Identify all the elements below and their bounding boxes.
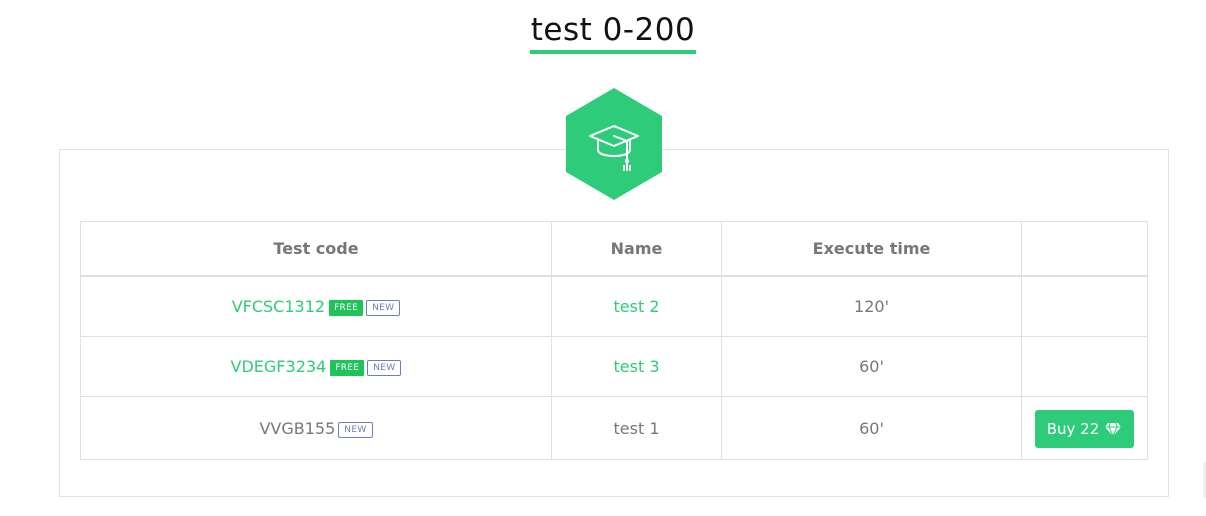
buy-label: Buy 22	[1046, 420, 1100, 438]
execute-time-cell: 60'	[721, 336, 1022, 397]
test-code-text: VVGB155	[259, 418, 336, 438]
action-cell	[1021, 336, 1148, 397]
test-code-link[interactable]: VFCSC1312	[232, 297, 325, 316]
header-name: Name	[551, 221, 722, 277]
table-row: VVGB155 NEW test 1 60' Buy 22	[80, 396, 1148, 460]
test-name-link[interactable]: test 2	[614, 297, 660, 316]
page-title-wrap: test 0-200	[0, 10, 1206, 54]
table-header-row: Test code Name Execute time	[80, 221, 1148, 277]
table-row: VDEGF3234 FREE NEW test 3 60'	[80, 336, 1148, 397]
table-row: VFCSC1312 FREE NEW test 2 120'	[80, 275, 1148, 337]
free-badge: FREE	[330, 360, 365, 376]
name-cell: test 3	[551, 336, 722, 397]
free-badge: FREE	[329, 300, 364, 316]
new-badge: NEW	[366, 300, 401, 316]
test-code-cell: VDEGF3234 FREE NEW	[80, 336, 552, 397]
header-action	[1021, 221, 1148, 277]
name-cell: test 1	[551, 396, 722, 460]
tests-table: Test code Name Execute time VFCSC1312 FRE…	[80, 221, 1148, 460]
name-cell: test 2	[551, 275, 722, 337]
execute-time-cell: 120'	[721, 275, 1022, 337]
header-execute-time: Execute time	[721, 221, 1022, 277]
test-code-cell: VFCSC1312 FREE NEW	[80, 275, 552, 337]
graduation-cap-icon	[566, 88, 662, 200]
new-badge: NEW	[338, 421, 373, 438]
new-badge: NEW	[367, 360, 402, 376]
diamond-icon	[1105, 422, 1122, 437]
action-cell: Buy 22	[1021, 396, 1148, 460]
page-title: test 0-200	[529, 10, 697, 54]
buy-button[interactable]: Buy 22	[1034, 410, 1135, 448]
header-test-code: Test code	[80, 221, 552, 277]
action-cell	[1021, 275, 1148, 337]
execute-time-cell: 60'	[721, 396, 1022, 460]
test-name-text: test 1	[613, 418, 660, 438]
test-code-link[interactable]: VDEGF3234	[231, 357, 327, 376]
test-name-link[interactable]: test 3	[614, 357, 660, 376]
test-code-cell: VVGB155 NEW	[80, 396, 552, 460]
